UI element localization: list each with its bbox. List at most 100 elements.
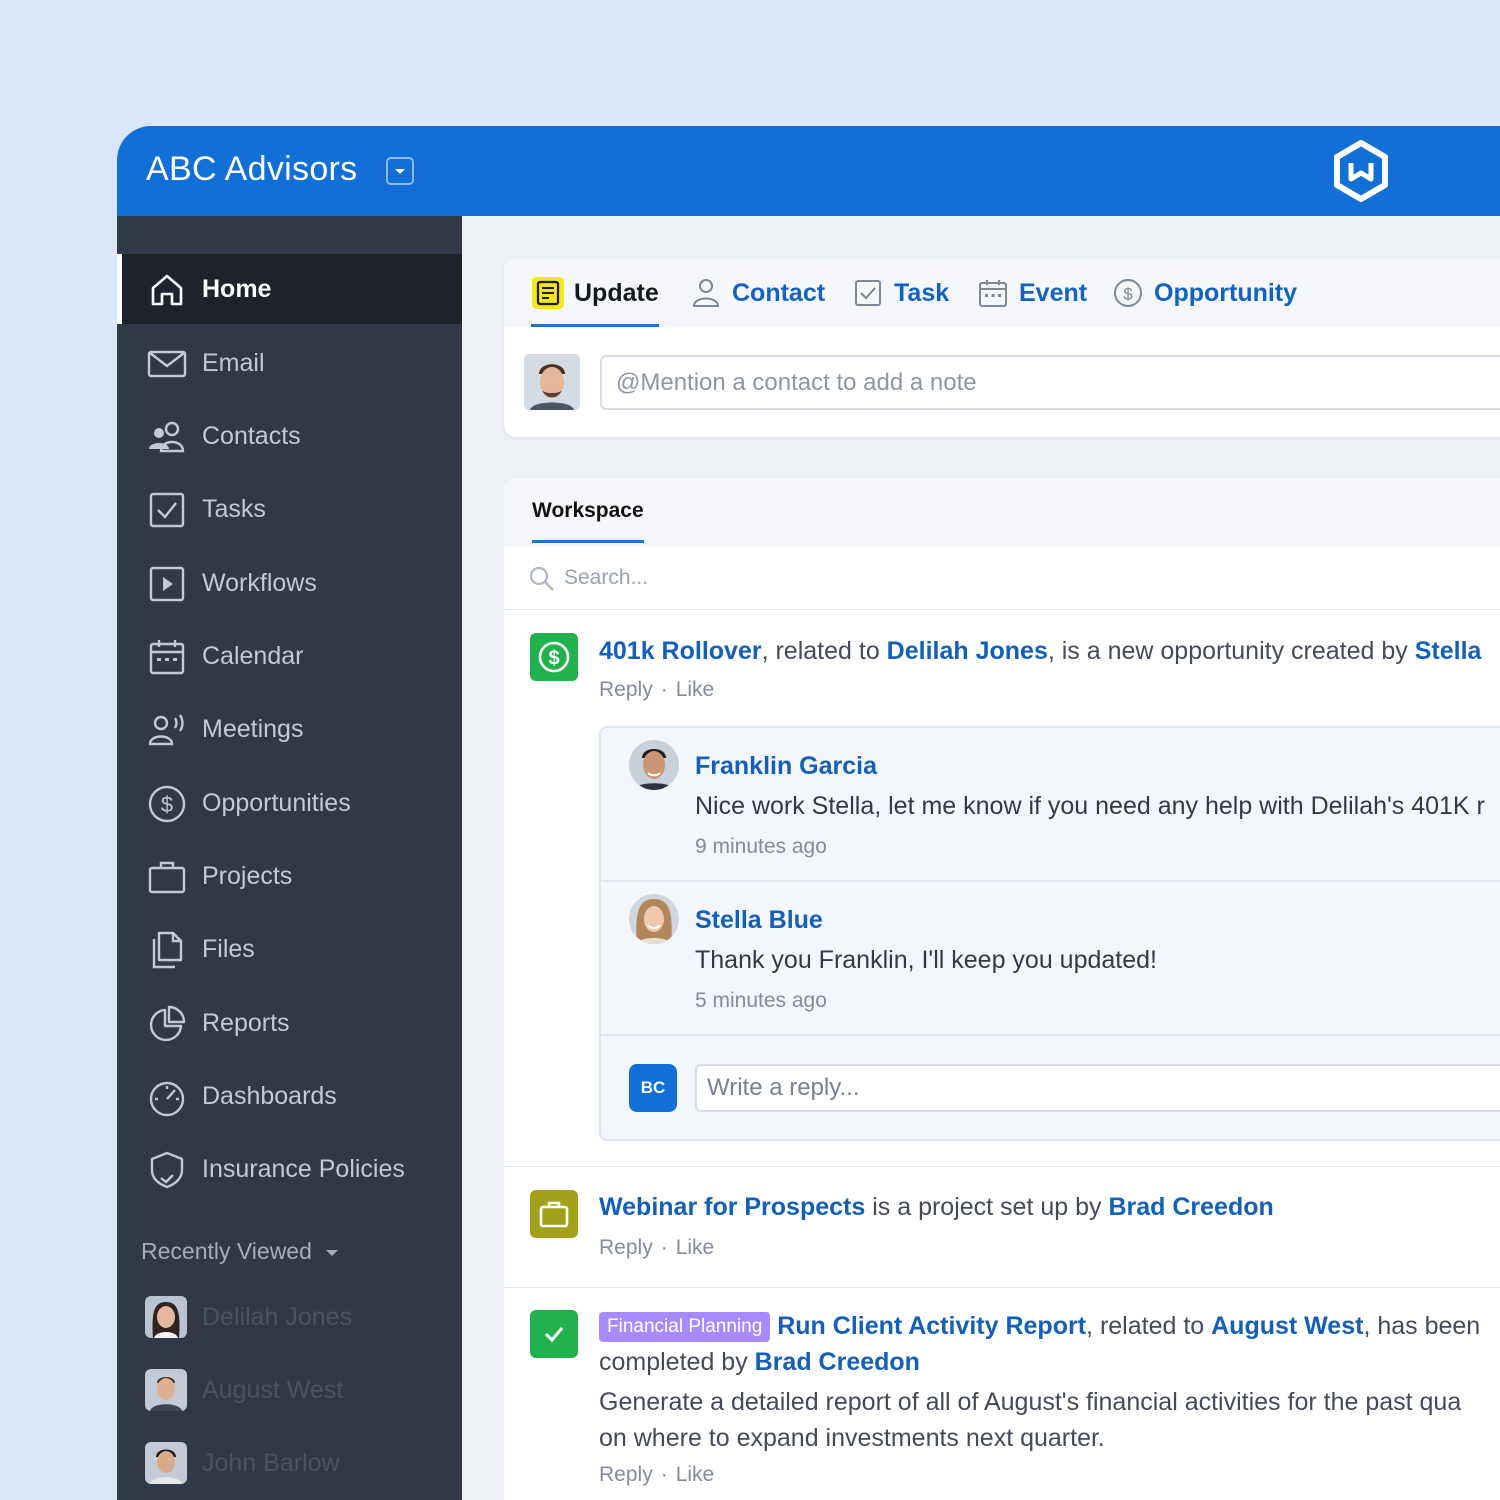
people-icon [149, 421, 185, 453]
comment: Stella Blue Thank you Franklin, I'll kee… [601, 882, 1500, 1036]
sidebar-item-files[interactable]: Files [117, 914, 462, 984]
category-tag[interactable]: Financial Planning [599, 1312, 771, 1342]
sidebar-item-home[interactable]: Home [117, 254, 462, 324]
recently-viewed-toggle[interactable]: Recently Viewed [141, 1238, 338, 1265]
feed-actions: Reply · Like [599, 1236, 714, 1260]
contact-link[interactable]: Delilah Jones [887, 637, 1048, 665]
tab-task[interactable]: Task [851, 276, 949, 327]
sidebar-item-workflows[interactable]: Workflows [117, 548, 462, 618]
tab-update[interactable]: Update [531, 276, 659, 327]
sidebar-item-insurance-policies[interactable]: Insurance Policies [117, 1134, 462, 1204]
project-badge [530, 1190, 578, 1238]
like-link[interactable]: Like [676, 678, 715, 701]
reply-input[interactable] [695, 1064, 1500, 1112]
separator-dot: · [660, 1236, 668, 1259]
contact-link[interactable]: August West [1211, 1312, 1363, 1340]
tab-label: Update [574, 279, 659, 307]
tab-opportunity[interactable]: $ Opportunity [1111, 276, 1297, 327]
feed-text-fragment: , related to [761, 637, 887, 665]
search-input[interactable] [564, 561, 1464, 595]
sidebar-item-dashboards[interactable]: Dashboards [117, 1061, 462, 1131]
feed-actions: Reply · Like [599, 678, 714, 702]
top-bar: ABC Advisors [117, 126, 1500, 216]
comment-text: Nice work Stella, let me know if you nee… [695, 792, 1485, 820]
reply-composer: BC [601, 1036, 1500, 1139]
opportunity-link[interactable]: 401k Rollover [599, 637, 762, 665]
feed-actions: Reply · Like [599, 1463, 714, 1487]
reply-link[interactable]: Reply [599, 1463, 653, 1486]
comment-thread: Franklin Garcia Nice work Stella, let me… [599, 726, 1500, 1141]
play-square-icon [149, 566, 185, 602]
current-user-avatar [524, 354, 580, 410]
feed-text-fragment: , related to [1086, 1312, 1212, 1340]
reply-link[interactable]: Reply [599, 1236, 653, 1259]
sidebar-item-label: Email [202, 348, 265, 377]
separator-dot: · [660, 678, 668, 701]
tab-event[interactable]: Event [976, 276, 1087, 327]
sidebar-item-reports[interactable]: Reports [117, 988, 462, 1058]
feed-item-text: Webinar for Prospects is a project set u… [599, 1189, 1500, 1225]
feed-text-fragment: , is a new opportunity created by [1047, 637, 1415, 665]
sidebar-item-contacts[interactable]: Contacts [117, 401, 462, 471]
sidebar-item-label: Calendar [202, 641, 304, 670]
creator-link[interactable]: Stella [1415, 637, 1482, 665]
recent-item-john-barlow[interactable]: John Barlow [145, 1442, 445, 1486]
workspace-header: Workspace [504, 479, 1500, 547]
note-input[interactable] [600, 355, 1500, 410]
sidebar-item-label: Meetings [202, 714, 304, 743]
sidebar-item-label: Insurance Policies [202, 1154, 405, 1183]
tab-workspace[interactable]: Workspace [532, 499, 644, 543]
tab-contact[interactable]: Contact [689, 276, 825, 327]
feed-text-fragment: , has been [1363, 1312, 1481, 1340]
comment-timestamp: 9 minutes ago [695, 835, 827, 858]
feed-item-text: Financial Planning Run Client Activity R… [599, 1308, 1500, 1344]
avatar [629, 740, 679, 790]
home-icon [151, 274, 183, 306]
shield-icon [150, 1151, 184, 1189]
commenter-name[interactable]: Franklin Garcia [695, 752, 877, 781]
account-dropdown-button[interactable] [386, 157, 414, 185]
sidebar-item-calendar[interactable]: Calendar [117, 621, 462, 691]
envelope-icon [147, 350, 187, 378]
sidebar-item-projects[interactable]: Projects [117, 841, 462, 911]
feed-divider [504, 1166, 1500, 1167]
sidebar-item-label: Workflows [202, 568, 317, 597]
sidebar-item-tasks[interactable]: Tasks [117, 474, 462, 544]
like-link[interactable]: Like [676, 1463, 715, 1486]
sidebar-item-meetings[interactable]: Meetings [117, 694, 462, 764]
speaking-person-icon [148, 714, 184, 746]
reply-link[interactable]: Reply [599, 678, 653, 701]
comment-text: Thank you Franklin, I'll keep you update… [695, 946, 1157, 974]
avatar [629, 894, 679, 944]
like-link[interactable]: Like [676, 1236, 715, 1259]
update-composer: Update Contact Task Event $ Opportunity [504, 258, 1500, 437]
sidebar-item-label: Tasks [202, 494, 266, 523]
tab-label: Opportunity [1154, 279, 1298, 307]
avatar [145, 1442, 187, 1484]
creator-link[interactable]: Brad Creedon [1108, 1193, 1273, 1221]
comment-timestamp: 5 minutes ago [695, 989, 827, 1012]
sidebar-item-label: Reports [202, 1008, 290, 1037]
completer-link[interactable]: Brad Creedon [755, 1348, 920, 1376]
sidebar-item-opportunities[interactable]: $ Opportunities [117, 768, 462, 838]
task-link[interactable]: Run Client Activity Report [777, 1312, 1086, 1340]
feed-divider [504, 1287, 1500, 1288]
project-link[interactable]: Webinar for Prospects [599, 1193, 865, 1221]
task-description-line: on where to expand investments next quar… [599, 1424, 1105, 1452]
separator-dot: · [660, 1463, 668, 1486]
recent-item-delilah-jones[interactable]: Delilah Jones [145, 1296, 445, 1340]
search-icon [529, 566, 554, 591]
recent-item-label: John Barlow [202, 1449, 340, 1477]
commenter-name[interactable]: Stella Blue [695, 906, 823, 935]
recent-item-august-west[interactable]: August West [145, 1369, 445, 1413]
sidebar-item-email[interactable]: Email [117, 328, 462, 398]
sidebar-item-label: Files [202, 934, 255, 963]
task-complete-badge [530, 1310, 578, 1358]
avatar [145, 1369, 187, 1411]
briefcase-icon [539, 1201, 569, 1228]
sidebar-item-label: Home [202, 274, 272, 303]
task-description: Generate a detailed report of all of Aug… [599, 1388, 1462, 1416]
checkbox-icon [149, 492, 185, 528]
note-icon [532, 277, 564, 309]
feed-text-fragment: is a project set up by [865, 1193, 1109, 1221]
